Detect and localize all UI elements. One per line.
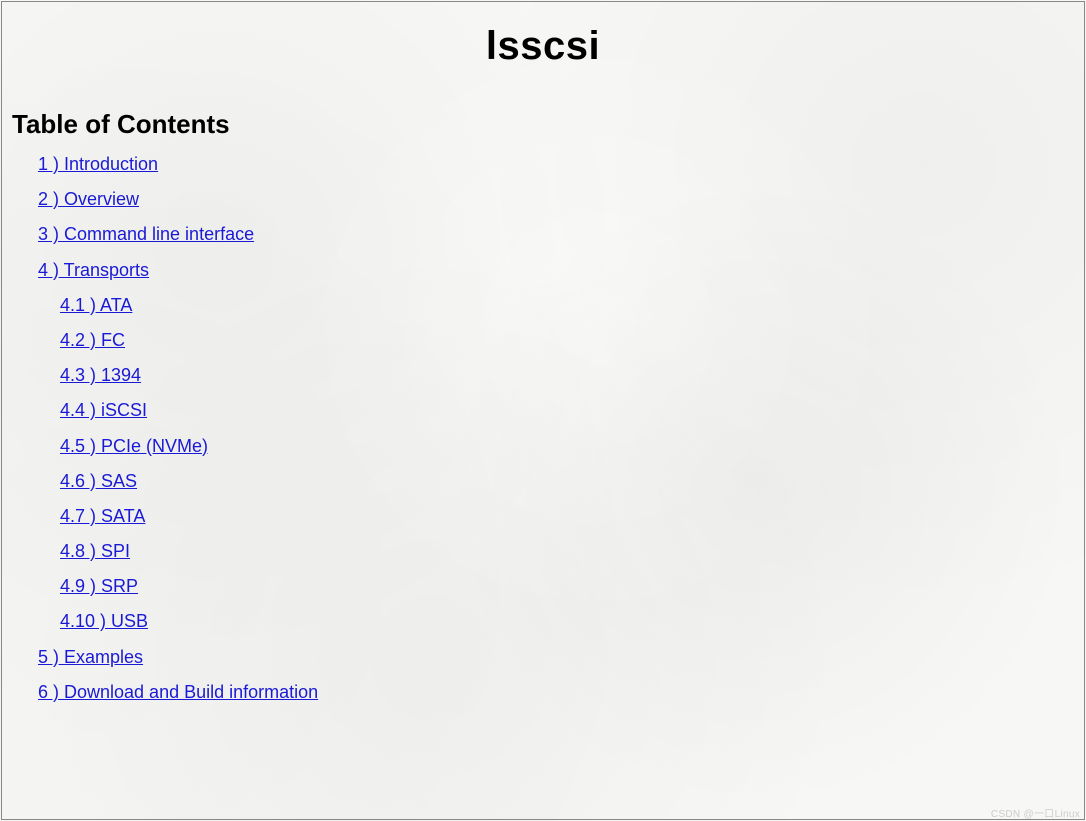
toc-item: 4.4 ) iSCSI xyxy=(60,398,1084,423)
toc-sublist: 4.1 ) ATA 4.2 ) FC 4.3 ) 1394 4.4 ) iSCS… xyxy=(38,293,1084,635)
toc-list: 1 ) Introduction 2 ) Overview 3 ) Comman… xyxy=(2,152,1084,705)
toc-item: 1 ) Introduction xyxy=(38,152,1084,177)
toc-item: 4.9 ) SRP xyxy=(60,574,1084,599)
page-frame: lsscsi Table of Contents 1 ) Introductio… xyxy=(1,1,1085,820)
toc-link-sata[interactable]: 4.7 ) SATA xyxy=(60,506,145,526)
toc-link-sas[interactable]: 4.6 ) SAS xyxy=(60,471,137,491)
toc-link-examples[interactable]: 5 ) Examples xyxy=(38,647,143,667)
toc-item: 4.8 ) SPI xyxy=(60,539,1084,564)
toc-link-cli[interactable]: 3 ) Command line interface xyxy=(38,224,254,244)
toc-item: 4.5 ) PCIe (NVMe) xyxy=(60,434,1084,459)
page-title: lsscsi xyxy=(2,24,1084,69)
toc-link-introduction[interactable]: 1 ) Introduction xyxy=(38,154,158,174)
toc-item: 4.1 ) ATA xyxy=(60,293,1084,318)
toc-item: 4.2 ) FC xyxy=(60,328,1084,353)
toc-item: 4.6 ) SAS xyxy=(60,469,1084,494)
toc-link-1394[interactable]: 4.3 ) 1394 xyxy=(60,365,141,385)
toc-item: 3 ) Command line interface xyxy=(38,222,1084,247)
toc-link-iscsi[interactable]: 4.4 ) iSCSI xyxy=(60,400,147,420)
toc-link-srp[interactable]: 4.9 ) SRP xyxy=(60,576,138,596)
toc-item: 5 ) Examples xyxy=(38,645,1084,670)
toc-link-spi[interactable]: 4.8 ) SPI xyxy=(60,541,130,561)
toc-item: 4 ) Transports 4.1 ) ATA 4.2 ) FC 4.3 ) … xyxy=(38,258,1084,635)
toc-link-download-build[interactable]: 6 ) Download and Build information xyxy=(38,682,318,702)
watermark: CSDN @一口Linux xyxy=(991,805,1080,820)
toc-item: 4.3 ) 1394 xyxy=(60,363,1084,388)
toc-item: 6 ) Download and Build information xyxy=(38,680,1084,705)
toc-link-fc[interactable]: 4.2 ) FC xyxy=(60,330,125,350)
toc-link-usb[interactable]: 4.10 ) USB xyxy=(60,611,148,631)
toc-link-pcie-nvme[interactable]: 4.5 ) PCIe (NVMe) xyxy=(60,436,208,456)
toc-link-transports[interactable]: 4 ) Transports xyxy=(38,260,149,280)
toc-heading: Table of Contents xyxy=(12,109,1084,140)
toc-link-ata[interactable]: 4.1 ) ATA xyxy=(60,295,132,315)
toc-item: 4.7 ) SATA xyxy=(60,504,1084,529)
toc-item: 2 ) Overview xyxy=(38,187,1084,212)
toc-item: 4.10 ) USB xyxy=(60,609,1084,634)
toc-link-overview[interactable]: 2 ) Overview xyxy=(38,189,139,209)
